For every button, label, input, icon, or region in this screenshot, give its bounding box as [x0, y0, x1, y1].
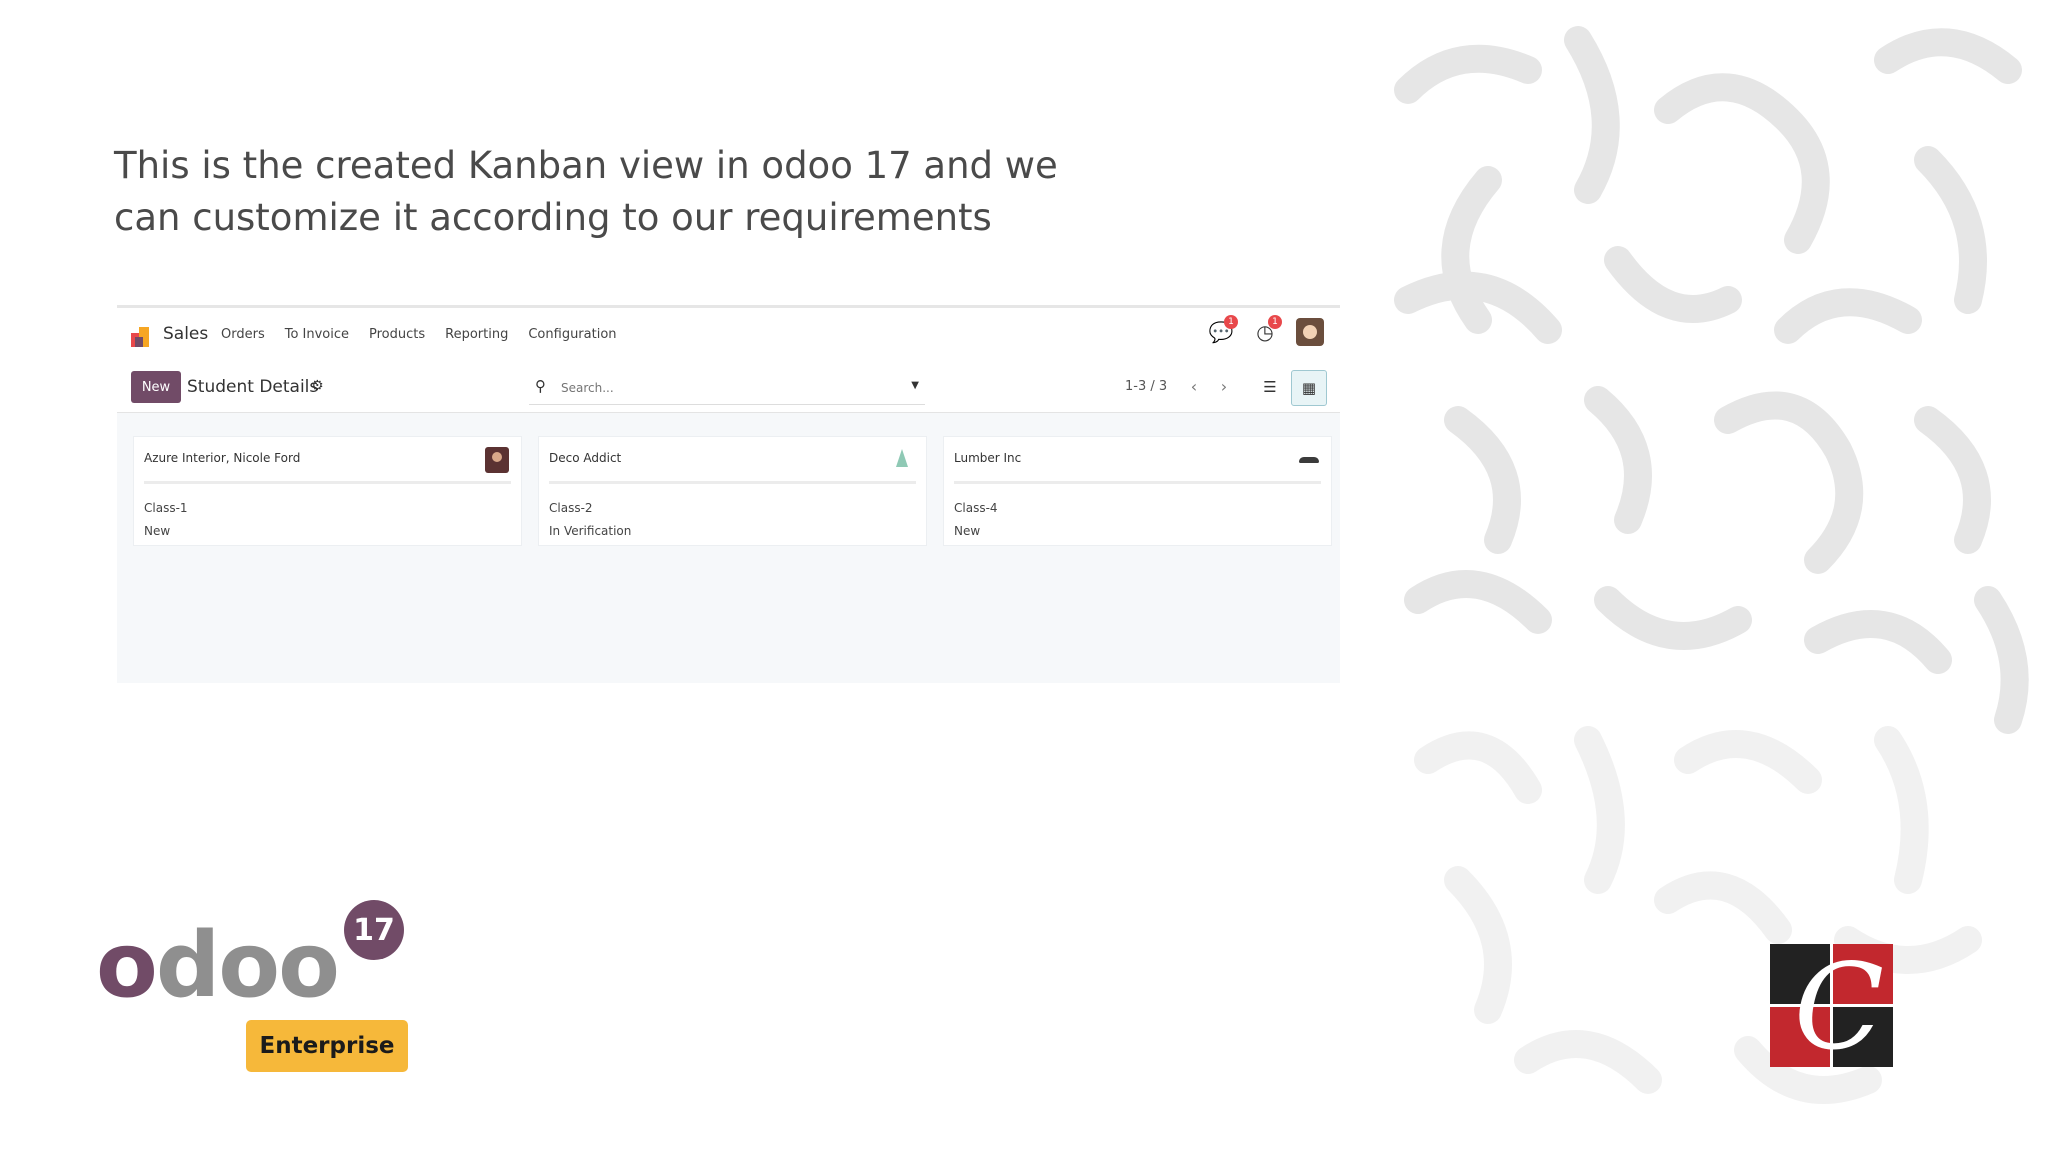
main-menu: Orders To Invoice Products Reporting Con… [221, 327, 617, 342]
user-avatar[interactable] [1296, 318, 1324, 346]
card-class: Class-4 [954, 501, 998, 515]
kanban-view-icon[interactable]: ▦ [1291, 370, 1327, 406]
menu-item-orders[interactable]: Orders [221, 327, 265, 342]
kanban-screenshot: Sales Orders To Invoice Products Reporti… [117, 305, 1340, 683]
company-logo-glyph: C [1793, 938, 1885, 1076]
kanban-cards: Azure Interior, Nicole Ford Class-1 New … [133, 436, 1332, 546]
gear-icon[interactable]: ⚙ [311, 378, 324, 394]
pager-value[interactable]: 1-3 / 3 [1125, 379, 1167, 394]
messages-badge: 1 [1224, 315, 1238, 329]
control-panel: New Student Details ⚙ ⚲ ▼ 1-3 / 3 ‹ › ☰ … [117, 360, 1340, 413]
card-state: New [144, 524, 171, 538]
company-logo: C [1770, 944, 1896, 1070]
next-page-icon[interactable]: › [1211, 372, 1237, 400]
search-icon[interactable]: ⚲ [535, 377, 546, 395]
kanban-card[interactable]: Lumber Inc Class-4 New [943, 436, 1332, 546]
person-avatar-icon [485, 447, 509, 473]
odoo-wordmark: odoo [96, 913, 340, 1018]
card-class: Class-2 [549, 501, 593, 515]
previous-page-icon[interactable]: ‹ [1181, 372, 1207, 400]
page-title[interactable]: Student Details [187, 377, 318, 397]
card-name: Azure Interior, Nicole Ford [144, 451, 301, 465]
activities-badge: 1 [1268, 315, 1282, 329]
plant-logo-icon [896, 449, 908, 467]
app-name[interactable]: Sales [163, 324, 208, 344]
decorative-pattern [1368, 0, 2048, 1152]
messages-icon[interactable]: 💬 1 [1208, 315, 1238, 345]
card-state: In Verification [549, 524, 632, 538]
odoo-enterprise-logo: odoo 17 Enterprise [96, 900, 416, 1080]
kanban-card[interactable]: Deco Addict Class-2 In Verification [538, 436, 927, 546]
version-badge: 17 [344, 900, 404, 960]
activities-icon[interactable]: ◷ 1 [1252, 315, 1282, 345]
navbar-right: 💬 1 ◷ 1 [1208, 315, 1324, 346]
card-class: Class-1 [144, 501, 188, 515]
menu-item-configuration[interactable]: Configuration [528, 327, 616, 342]
list-view-icon[interactable]: ☰ [1253, 370, 1287, 404]
card-state: New [954, 524, 981, 538]
kanban-card[interactable]: Azure Interior, Nicole Ford Class-1 New [133, 436, 522, 546]
menu-item-to-invoice[interactable]: To Invoice [285, 327, 349, 342]
top-navbar: Sales Orders To Invoice Products Reporti… [117, 308, 1340, 360]
menu-item-reporting[interactable]: Reporting [445, 327, 508, 342]
slide-caption: This is the created Kanban view in odoo … [114, 144, 1058, 239]
card-name: Lumber Inc [954, 451, 1022, 465]
hat-logo-icon [1299, 457, 1319, 463]
sales-app-icon[interactable] [131, 325, 153, 347]
card-name: Deco Addict [549, 451, 622, 465]
new-button[interactable]: New [131, 371, 181, 403]
enterprise-badge: Enterprise [246, 1020, 408, 1072]
search-options-chevron-icon[interactable]: ▼ [911, 380, 919, 391]
search-input[interactable] [559, 376, 883, 400]
search-bar: ⚲ ▼ [529, 370, 925, 405]
menu-item-products[interactable]: Products [369, 327, 425, 342]
